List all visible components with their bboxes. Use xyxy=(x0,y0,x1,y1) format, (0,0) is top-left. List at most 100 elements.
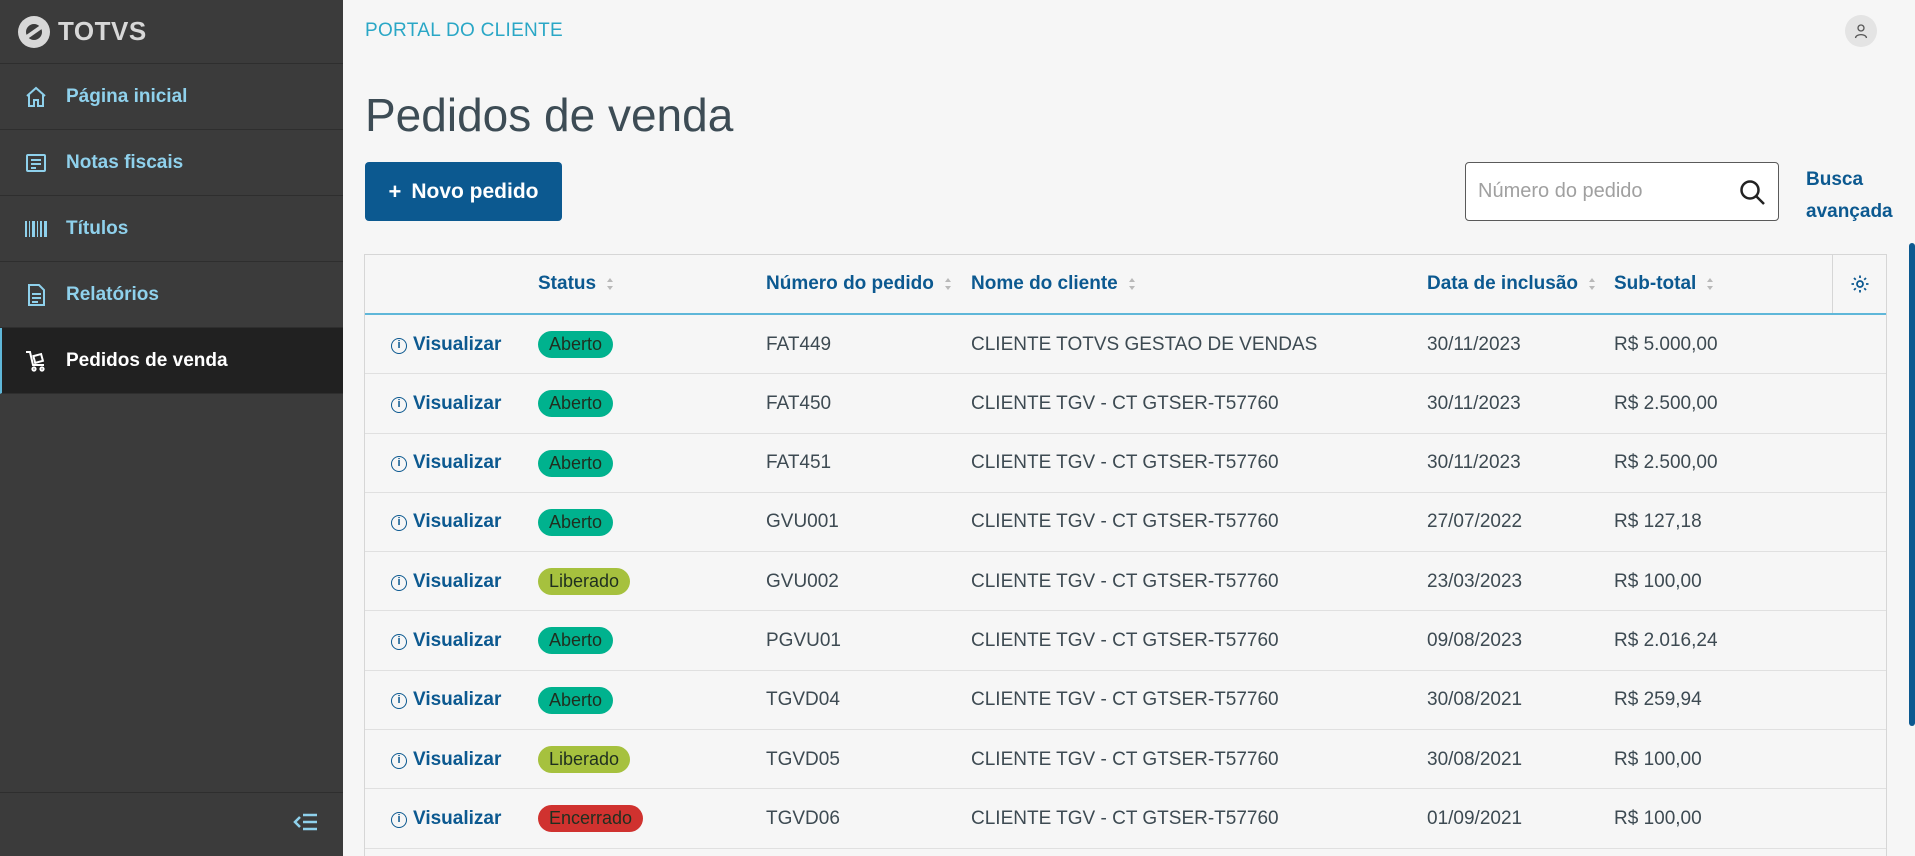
table-row: i Visualizar Liberado GVU002 CLIENTE TGV - C… xyxy=(365,552,1886,612)
client-name: CLIENTE TOTVS GESTAO DE VENDAS xyxy=(971,333,1318,355)
new-order-button[interactable]: + Novo pedido xyxy=(365,162,562,221)
info-icon: i xyxy=(391,811,407,828)
view-link-label: Visualizar xyxy=(413,689,502,711)
status-cell: Liberado xyxy=(538,730,631,789)
view-link[interactable]: i Visualizar xyxy=(391,393,501,415)
advanced-search-link[interactable]: Busca avançada xyxy=(1806,164,1893,228)
sidebar-item-notas-fiscais[interactable]: Notas fiscais xyxy=(0,130,343,196)
status-badge: Encerrado xyxy=(538,805,644,833)
sidebar-item-pedidos-de-venda[interactable]: Pedidos de venda xyxy=(0,328,343,394)
table-settings-button[interactable] xyxy=(1832,255,1886,313)
inclusion-date: 30/08/2021 xyxy=(1427,689,1523,711)
subtotal: R$ 2.500,00 xyxy=(1614,452,1718,474)
sidebar-item-home[interactable]: Página inicial xyxy=(0,64,343,130)
view-link-label: Visualizar xyxy=(413,570,502,592)
column-header-number[interactable]: Número do pedido xyxy=(766,255,952,313)
inclusion-date: 01/09/2021 xyxy=(1427,807,1523,829)
sort-icon xyxy=(1589,278,1595,290)
home-icon xyxy=(24,85,48,109)
gear-icon xyxy=(1851,275,1868,293)
plus-icon: + xyxy=(388,178,402,204)
table-body: i Visualizar Aberto FAT449 CLIENTE TOTVS GES… xyxy=(365,315,1886,849)
subtotal: R$ 5.000,00 xyxy=(1614,333,1718,355)
status-cell: Aberto xyxy=(538,315,614,374)
scrollbar[interactable] xyxy=(1909,243,1915,726)
sidebar-item-label: Títulos xyxy=(66,217,129,239)
sort-icon xyxy=(1128,278,1135,290)
status-badge: Liberado xyxy=(538,746,631,774)
sort-icon xyxy=(607,278,614,290)
table-header: Status Número do pedido Nome do cliente … xyxy=(365,255,1886,315)
info-icon: i xyxy=(391,515,407,532)
client-name: CLIENTE TGV - CT GTSER-T57760 xyxy=(971,689,1279,711)
subtotal: R$ 2.016,24 xyxy=(1614,629,1718,651)
table-row: i Visualizar Aberto FAT450 CLIENTE TGV - CT … xyxy=(365,374,1886,434)
document-icon xyxy=(24,283,48,307)
client-name: CLIENTE TGV - CT GTSER-T57760 xyxy=(971,570,1279,592)
portal-title[interactable]: PORTAL DO CLIENTE xyxy=(365,20,563,42)
collapse-menu-icon[interactable] xyxy=(293,811,319,838)
search-input[interactable] xyxy=(1478,180,1728,203)
view-link[interactable]: i Visualizar xyxy=(391,511,501,533)
order-number: FAT450 xyxy=(766,392,832,414)
user-avatar[interactable] xyxy=(1845,15,1877,47)
order-number: GVU001 xyxy=(766,511,839,533)
view-cell: i Visualizar xyxy=(391,315,501,374)
column-header-status[interactable]: Status xyxy=(538,255,614,313)
sidebar-item-titulos[interactable]: Títulos xyxy=(0,196,343,262)
status-badge: Aberto xyxy=(538,627,614,655)
view-link[interactable]: i Visualizar xyxy=(391,749,501,771)
view-link[interactable]: i Visualizar xyxy=(391,689,501,711)
table-row: i Visualizar Aberto FAT451 CLIENTE TGV - CT … xyxy=(365,434,1886,493)
view-link-label: Visualizar xyxy=(413,392,502,414)
view-cell: i Visualizar xyxy=(391,493,501,552)
column-header-subtotal[interactable]: Sub-total xyxy=(1614,255,1714,313)
info-icon: i xyxy=(391,633,407,650)
user-icon xyxy=(1854,24,1868,39)
cart-icon xyxy=(24,349,48,373)
client-name: CLIENTE TGV - CT GTSER-T57760 xyxy=(971,392,1279,414)
order-number: PGVU01 xyxy=(766,629,841,651)
sidebar: TOTVS Página inicial Notas fiscais Títul… xyxy=(0,0,343,856)
order-number: GVU002 xyxy=(766,570,839,592)
client-name: CLIENTE TGV - CT GTSER-T57760 xyxy=(971,629,1279,651)
view-cell: i Visualizar xyxy=(391,671,501,730)
client-name: CLIENTE TGV - CT GTSER-T57760 xyxy=(971,452,1279,474)
inclusion-date: 09/08/2023 xyxy=(1427,629,1523,651)
view-link[interactable]: i Visualizar xyxy=(391,452,501,474)
info-icon: i xyxy=(391,396,407,413)
column-header-date[interactable]: Data de inclusão xyxy=(1427,255,1596,313)
status-badge: Liberado xyxy=(538,568,631,596)
info-icon: i xyxy=(391,693,407,710)
column-header-client[interactable]: Nome do cliente xyxy=(971,255,1136,313)
order-number: FAT449 xyxy=(766,333,832,355)
status-badge: Aberto xyxy=(538,331,614,358)
status-cell: Aberto xyxy=(538,493,614,552)
brand-logo[interactable]: TOTVS xyxy=(0,0,343,64)
search-icon[interactable] xyxy=(1738,178,1766,206)
view-link[interactable]: i Visualizar xyxy=(391,808,501,830)
column-header-label: Sub-total xyxy=(1614,273,1697,294)
inclusion-date: 30/11/2023 xyxy=(1427,392,1521,414)
subtotal: R$ 100,00 xyxy=(1614,748,1702,770)
view-link-label: Visualizar xyxy=(413,452,502,474)
status-badge: Aberto xyxy=(538,449,614,477)
column-header-label: Nome do cliente xyxy=(971,273,1118,294)
order-number: TGVD06 xyxy=(766,807,840,829)
status-cell: Aberto xyxy=(538,434,614,493)
sidebar-item-label: Pedidos de venda xyxy=(66,349,228,371)
view-cell: i Visualizar xyxy=(391,374,501,433)
view-link[interactable]: i Visualizar xyxy=(391,334,501,356)
sidebar-item-label: Relatórios xyxy=(66,283,159,305)
status-cell: Aberto xyxy=(538,374,614,433)
view-link[interactable]: i Visualizar xyxy=(391,630,501,652)
client-name: CLIENTE TGV - CT GTSER-T57760 xyxy=(971,807,1279,829)
orders-table: Status Número do pedido Nome do cliente … xyxy=(364,254,1887,856)
sidebar-item-relatorios[interactable]: Relatórios xyxy=(0,262,343,328)
column-header-label: Status xyxy=(538,273,597,294)
advanced-search-line1: Busca xyxy=(1806,169,1864,190)
view-link[interactable]: i Visualizar xyxy=(391,571,501,593)
inclusion-date: 30/11/2023 xyxy=(1427,452,1521,474)
sidebar-item-label: Notas fiscais xyxy=(66,151,184,173)
search-field[interactable] xyxy=(1465,162,1779,221)
